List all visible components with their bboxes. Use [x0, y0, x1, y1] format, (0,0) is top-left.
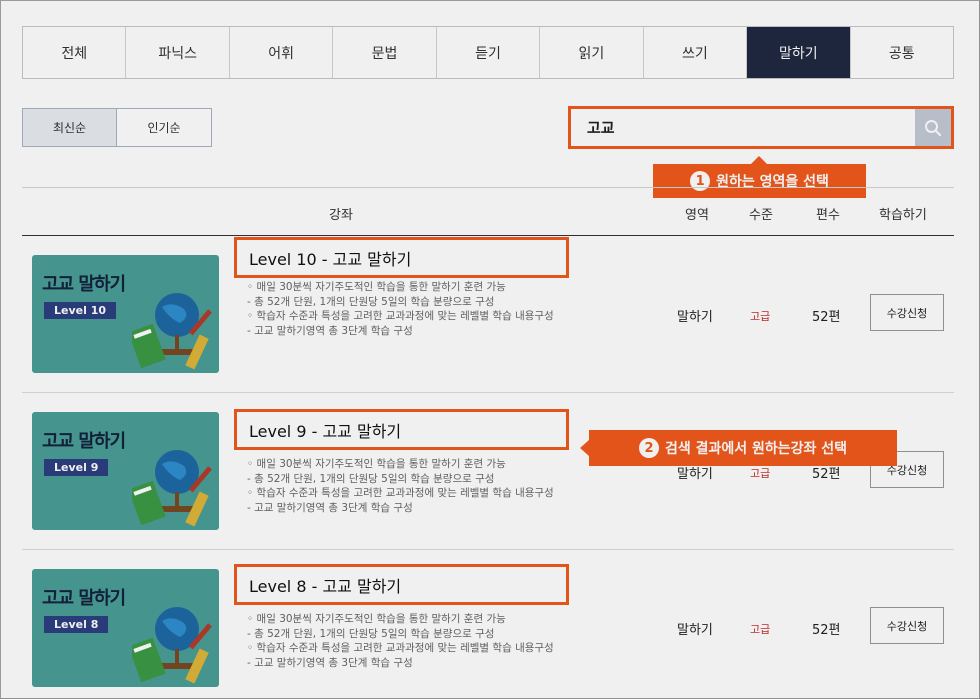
callout-text: 검색 결과에서 원하는강좌 선택 — [664, 441, 848, 457]
sort-popular-button[interactable]: 인기순 — [117, 108, 212, 147]
search-button[interactable] — [915, 109, 951, 146]
description-line: - 고교 말하기영역 총 3단계 학습 구성 — [247, 324, 413, 337]
level-cell: 고급 — [750, 623, 771, 636]
description-line: ◦ 매일 30분씩 자기주도적인 학습을 통한 말하기 훈련 가능 — [247, 281, 506, 293]
sort-toggle: 최신순 인기순 — [22, 108, 212, 147]
level-cell: 고급 — [750, 310, 771, 323]
tab-reading[interactable]: 읽기 — [540, 27, 644, 78]
tab-common[interactable]: 공통 — [851, 27, 953, 78]
tab-grammar[interactable]: 문법 — [333, 27, 437, 78]
search-input[interactable] — [571, 109, 915, 146]
table-row: 고교 말하기 Level 8 Level 8 - 고교 말하기 ◦ 매일 30분… — [22, 550, 954, 699]
description-line: - 총 52개 단원, 1개의 단원당 5일의 학습 분량으로 구성 — [247, 472, 495, 485]
course-title-link[interactable]: Level 9 - 고교 말하기 — [234, 409, 569, 450]
column-header-level: 수준 — [749, 208, 773, 223]
count-cell: 52편 — [812, 310, 841, 325]
description-line: ◦ 매일 30분씩 자기주도적인 학습을 통한 말하기 훈련 가능 — [247, 458, 506, 470]
course-description: ◦ 매일 30분씩 자기주도적인 학습을 통한 말하기 훈련 가능 - 총 52… — [247, 280, 554, 338]
globe-books-illustration — [132, 293, 212, 370]
thumbnail-level-badge: Level 9 — [44, 459, 109, 476]
callout-step-number: 2 — [638, 438, 659, 458]
tab-all[interactable]: 전체 — [23, 27, 127, 78]
description-line: - 고교 말하기영역 총 3단계 학습 구성 — [247, 501, 413, 514]
tab-listening[interactable]: 듣기 — [437, 27, 541, 78]
description-line: - 고교 말하기영역 총 3단계 학습 구성 — [247, 656, 413, 669]
column-header-area: 영역 — [685, 208, 709, 223]
course-description: ◦ 매일 30분씩 자기주도적인 학습을 통한 말하기 훈련 가능 - 총 52… — [247, 457, 554, 515]
area-cell: 말하기 — [677, 310, 713, 325]
category-tabs: 전체 파닉스 어휘 문법 듣기 읽기 쓰기 말하기 공통 — [22, 26, 954, 79]
table-header: 강좌 영역 수준 편수 학습하기 — [22, 187, 954, 236]
description-line: ◦ 학습자 수준과 특성을 고려한 교과과정에 맞는 레벨별 학습 내용구성 — [247, 310, 554, 322]
search-box — [568, 106, 954, 149]
sort-latest-button[interactable]: 최신순 — [22, 108, 117, 147]
tab-speaking[interactable]: 말하기 — [747, 27, 851, 78]
column-header-course: 강좌 — [329, 208, 353, 223]
course-thumbnail[interactable]: 고교 말하기 Level 8 — [32, 569, 219, 687]
course-thumbnail[interactable]: 고교 말하기 Level 9 — [32, 412, 219, 530]
table-row: 고교 말하기 Level 10 Level 10 - 고교 말하기 ◦ 매일 3… — [22, 236, 954, 393]
thumbnail-title: 고교 말하기 — [42, 588, 126, 609]
thumbnail-level-badge: Level 8 — [44, 616, 109, 633]
tab-writing[interactable]: 쓰기 — [644, 27, 748, 78]
column-header-count: 편수 — [816, 208, 840, 223]
area-cell: 말하기 — [677, 623, 713, 638]
level-cell: 고급 — [750, 467, 771, 480]
course-title-link[interactable]: Level 8 - 고교 말하기 — [234, 564, 569, 605]
description-line: ◦ 학습자 수준과 특성을 고려한 교과과정에 맞는 레벨별 학습 내용구성 — [247, 642, 554, 654]
page: 전체 파닉스 어휘 문법 듣기 읽기 쓰기 말하기 공통 최신순 인기순 1 원… — [0, 0, 980, 699]
count-cell: 52편 — [812, 623, 841, 638]
apply-button[interactable]: 수강신청 — [870, 294, 944, 331]
description-line: ◦ 매일 30분씩 자기주도적인 학습을 통한 말하기 훈련 가능 — [247, 613, 506, 625]
description-line: - 총 52개 단원, 1개의 단원당 5일의 학습 분량으로 구성 — [247, 627, 495, 640]
column-header-action: 학습하기 — [879, 208, 927, 223]
tab-phonics[interactable]: 파닉스 — [126, 27, 230, 78]
thumbnail-level-badge: Level 10 — [44, 302, 117, 319]
thumbnail-title: 고교 말하기 — [42, 274, 126, 295]
course-description: ◦ 매일 30분씩 자기주도적인 학습을 통한 말하기 훈련 가능 - 총 52… — [247, 612, 554, 670]
callout-select-course: 2 검색 결과에서 원하는강좌 선택 — [580, 430, 897, 466]
course-thumbnail[interactable]: 고교 말하기 Level 10 — [32, 255, 219, 373]
globe-books-illustration — [132, 607, 212, 684]
course-title-link[interactable]: Level 10 - 고교 말하기 — [234, 237, 569, 278]
description-line: - 총 52개 단원, 1개의 단원당 5일의 학습 분량으로 구성 — [247, 295, 495, 308]
table-row: 고교 말하기 Level 9 Level 9 - 고교 말하기 ◦ 매일 30분… — [22, 393, 954, 550]
globe-books-illustration — [132, 450, 212, 527]
search-icon — [925, 119, 942, 136]
description-line: ◦ 학습자 수준과 특성을 고려한 교과과정에 맞는 레벨별 학습 내용구성 — [247, 487, 554, 499]
tab-vocabulary[interactable]: 어휘 — [230, 27, 334, 78]
apply-button[interactable]: 수강신청 — [870, 607, 944, 644]
thumbnail-title: 고교 말하기 — [42, 431, 126, 452]
